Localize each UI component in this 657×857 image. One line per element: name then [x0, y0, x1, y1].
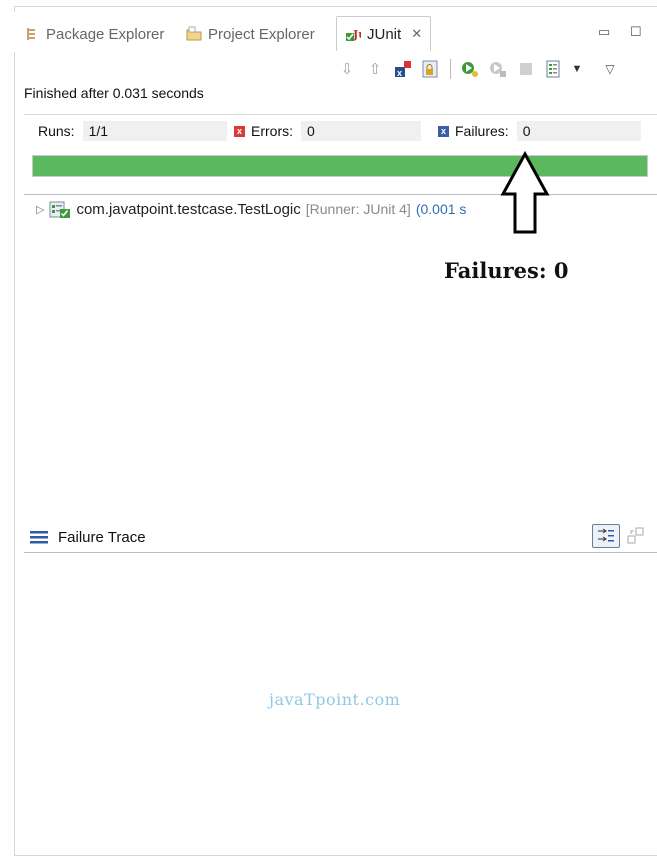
toolbar-separator	[450, 59, 451, 79]
failure-icon: x	[438, 125, 449, 137]
history-dropdown-icon[interactable]: ▼	[571, 58, 583, 80]
test-suite-icon	[49, 201, 71, 218]
watermark: javaTpoint.com	[269, 690, 401, 709]
test-time: (0.001 s	[415, 201, 467, 217]
trace-toolbar	[592, 524, 646, 548]
package-explorer-icon	[27, 28, 35, 40]
runs-counter: Runs: 1/1	[38, 121, 227, 141]
test-class-name: com.javatpoint.testcase.TestLogic	[76, 200, 301, 218]
errors-counter: x Errors: 0	[234, 121, 421, 141]
test-tree-item[interactable]: ▷ com.javatpoint.testcase.TestLogic [Run…	[36, 198, 466, 220]
failure-trace-header: Failure Trace	[30, 526, 146, 548]
next-failure-icon[interactable]: ⇩	[336, 58, 358, 80]
failures-counter: x Failures: 0	[438, 121, 641, 141]
tab-package-explorer[interactable]: Package Explorer	[24, 22, 164, 46]
filter-stack-icon	[598, 528, 614, 542]
tab-label: Project Explorer	[208, 25, 315, 43]
junit-icon: Ju	[346, 28, 361, 41]
errors-label: Errors:	[251, 123, 293, 139]
tab-label: JUnit	[367, 25, 402, 43]
annotation-text: Failures: 0	[444, 258, 569, 283]
view-menu-icon[interactable]: ▽	[599, 58, 621, 80]
svg-text:x: x	[397, 68, 402, 78]
view-tab-bar: Package Explorer Project Explorer Ju JUn…	[14, 12, 657, 52]
stop-run-icon[interactable]	[515, 58, 537, 80]
tab-label: Package Explorer	[46, 25, 165, 43]
counter-panel: Runs: 1/1 x Errors: 0 x Failures: 0	[24, 114, 657, 149]
svg-text:Ju: Ju	[352, 28, 361, 41]
failures-label: Failures:	[455, 123, 509, 139]
failure-trace-title: Failure Trace	[58, 528, 146, 546]
project-explorer-icon	[186, 26, 202, 41]
test-run-history-icon[interactable]	[543, 58, 565, 80]
test-runner-label: [Runner: JUnit 4]	[305, 201, 411, 217]
test-progress-bar	[32, 155, 648, 177]
previous-failure-icon[interactable]: ⇧	[364, 58, 386, 80]
junit-toolbar: ⇩ ⇧ x ▼ ▽	[336, 56, 621, 82]
compare-icon	[627, 527, 644, 544]
scroll-lock-icon[interactable]	[420, 58, 442, 80]
panel-divider	[24, 194, 657, 195]
test-progress-fill	[33, 156, 647, 176]
minimize-icon[interactable]: ▭	[598, 24, 610, 40]
runs-value: 1/1	[82, 121, 227, 141]
compare-result-button[interactable]	[626, 524, 646, 548]
filter-stack-trace-button[interactable]	[592, 524, 620, 548]
tab-junit[interactable]: Ju JUnit ✕	[336, 16, 432, 51]
rerun-test-icon[interactable]	[459, 58, 481, 80]
errors-value: 0	[301, 121, 421, 141]
failures-value: 0	[516, 121, 641, 141]
run-status: Finished after 0.031 seconds	[24, 85, 204, 101]
close-tab-icon[interactable]: ✕	[411, 26, 422, 42]
rerun-failures-first-icon[interactable]	[487, 58, 509, 80]
stack-trace-icon	[30, 531, 48, 544]
runs-label: Runs:	[38, 123, 75, 139]
tab-project-explorer[interactable]: Project Explorer	[186, 22, 315, 46]
error-icon: x	[234, 125, 245, 137]
chevron-right-icon[interactable]: ▷	[36, 203, 44, 216]
trace-divider	[24, 552, 657, 553]
annotation-arrow	[500, 150, 550, 234]
maximize-icon[interactable]: ☐	[630, 24, 642, 40]
show-failures-only-icon[interactable]: x	[392, 58, 414, 80]
